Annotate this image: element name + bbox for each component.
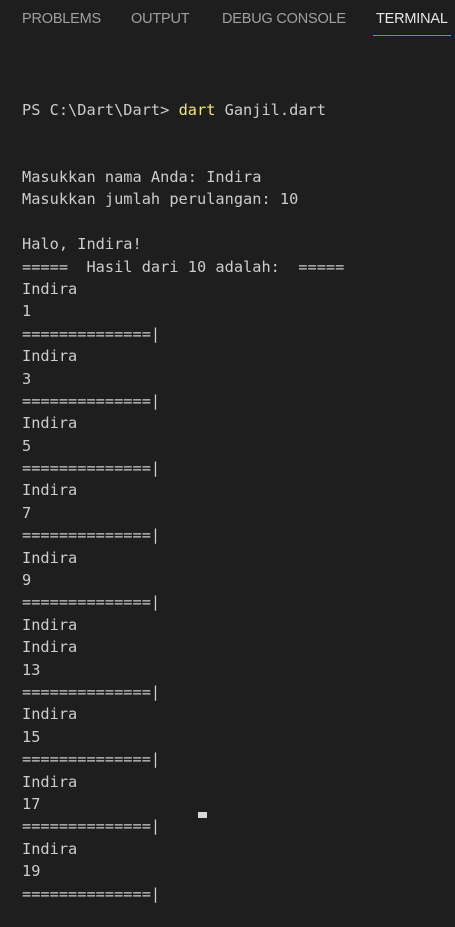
- terminal-output[interactable]: PS C:\Dart\Dart> dart Ganjil.dart Masukk…: [22, 54, 447, 927]
- terminal-line: Indira: [22, 638, 78, 657]
- tab-output[interactable]: OUTPUT: [131, 11, 190, 27]
- terminal-line: Indira: [22, 414, 78, 433]
- command-name: dart: [178, 100, 216, 119]
- terminal-line: 13: [22, 660, 41, 679]
- terminal-line: 3: [22, 369, 32, 388]
- prompt: PS C:\Dart\Dart>: [22, 100, 179, 119]
- tab-debug-console[interactable]: DEBUG CONSOLE: [222, 11, 346, 27]
- terminal-line: Indira: [22, 772, 78, 791]
- terminal-line: 1: [22, 302, 32, 321]
- command-args: Ganjil.dart: [215, 100, 326, 119]
- terminal-line: Indira: [22, 279, 78, 298]
- terminal-line: Halo, Indira!: [22, 235, 142, 254]
- terminal-line: 17: [22, 794, 41, 813]
- terminal-line: ==============|: [22, 817, 161, 836]
- terminal-line: Indira: [22, 347, 78, 366]
- terminal-line: 9: [22, 571, 32, 590]
- terminal-line: ===== Hasil dari 10 adalah: =====: [22, 257, 345, 276]
- terminal-line: 5: [22, 436, 32, 455]
- output-lines: Masukkan nama Anda: Indira Masukkan jumla…: [22, 166, 447, 905]
- command-line: PS C:\Dart\Dart> dart Ganjil.dart: [22, 99, 447, 121]
- terminal-line: Indira: [22, 615, 78, 634]
- terminal-line: Masukkan nama Anda: Indira: [22, 168, 262, 187]
- terminal-line: ==============|: [22, 459, 161, 478]
- active-tab-indicator: [373, 35, 451, 36]
- terminal-line: Indira: [22, 548, 78, 567]
- terminal-line: ==============|: [22, 884, 161, 903]
- terminal-line: ==============|: [22, 593, 161, 612]
- terminal-line: Indira: [22, 481, 78, 500]
- terminal-line: Indira: [22, 705, 78, 724]
- terminal-line: ==============|: [22, 391, 161, 410]
- terminal-line: ==============|: [22, 683, 161, 701]
- terminal-line: 7: [22, 503, 32, 522]
- terminal-line: ==============|: [22, 324, 161, 343]
- terminal-line: 19: [22, 862, 41, 881]
- panel-tab-bar: PROBLEMS OUTPUT DEBUG CONSOLE TERMINAL: [0, 0, 455, 38]
- tab-terminal[interactable]: TERMINAL: [376, 11, 448, 27]
- terminal-cursor: [198, 812, 207, 818]
- terminal-line: Indira: [22, 839, 78, 858]
- terminal-line: Masukkan jumlah perulangan: 10: [22, 190, 299, 209]
- tab-problems[interactable]: PROBLEMS: [22, 11, 101, 27]
- terminal-line: 15: [22, 727, 41, 746]
- terminal-line: ==============|: [22, 526, 161, 545]
- terminal-line: ==============|: [22, 750, 161, 769]
